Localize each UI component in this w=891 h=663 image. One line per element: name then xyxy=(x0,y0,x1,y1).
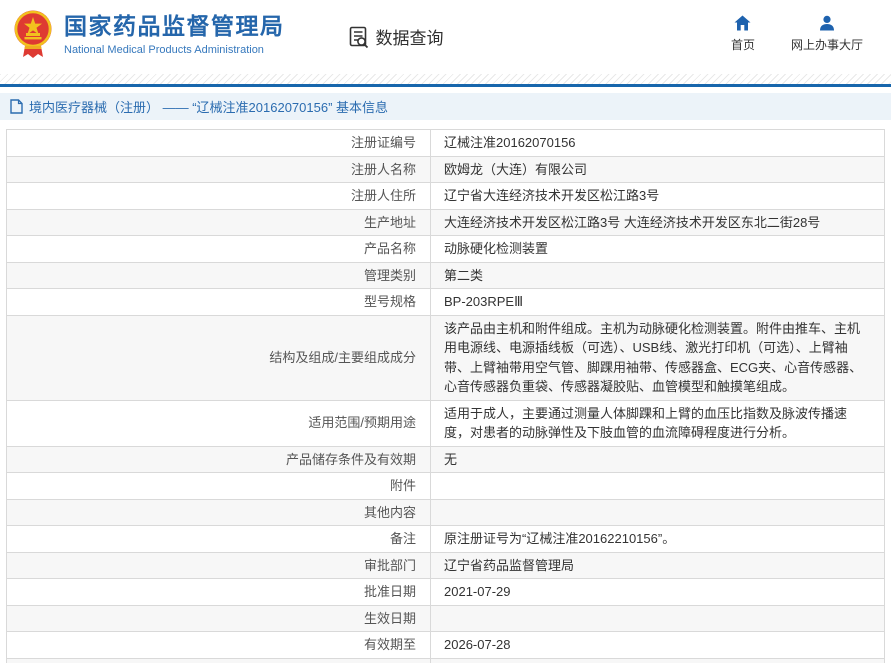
table-row: 附件 xyxy=(6,472,885,500)
breadcrumb-text: 境内医疗器械（注册） —— “辽械注准20162070156” 基本信息 xyxy=(29,100,389,115)
nav-home[interactable]: 首页 xyxy=(731,15,755,53)
home-icon xyxy=(734,15,751,31)
nmpa-logo[interactable]: 国家药品监督管理局 National Medical Products Admi… xyxy=(12,9,285,63)
row-value: BP-203RPEⅢ xyxy=(430,288,885,316)
row-label: 附件 xyxy=(6,472,431,500)
nav-service-hall-label: 网上办事大厅 xyxy=(790,38,863,52)
table-row: 其他内容 xyxy=(6,498,885,526)
row-value: 2026-07-28 xyxy=(430,631,885,659)
row-value xyxy=(430,657,885,663)
row-label: 结构及组成/主要组成成分 xyxy=(6,314,431,401)
table-row: 产品储存条件及有效期无 xyxy=(6,445,885,473)
row-label-text: 注册证编号 xyxy=(350,135,416,150)
national-emblem-icon xyxy=(14,10,52,58)
table-row: 型号规格 BP-203RPEⅢ xyxy=(6,288,885,316)
document-icon xyxy=(10,99,23,114)
table-row: 批准日期 2021-07-29 xyxy=(6,578,885,606)
blue-divider xyxy=(0,84,891,87)
row-value: 辽械注准20162070156 xyxy=(430,129,885,157)
row-value: 该产品由主机和附件组成。主机为动脉硬化检测装置。附件由推车、主机用电源线、电源插… xyxy=(430,314,885,401)
org-name-en: National Medical Products Administration xyxy=(64,43,264,56)
row-label-text: 附件 xyxy=(389,478,416,493)
row-label: 适用范围/预期用途 xyxy=(6,399,431,447)
row-label-text: 管理类别 xyxy=(363,267,416,283)
row-value: 无 xyxy=(430,445,885,473)
table-row: 结构及组成/主要组成成分 该产品由主机和附件组成。主机为动脉硬化检测装置。附件由推… xyxy=(6,314,885,401)
row-value xyxy=(430,604,885,632)
info-table-body: 注册证编号 辽械注准20162070156 注册人名称 欧姆龙（大连）有限公司 注册人住… xyxy=(6,129,885,663)
nav-service-hall[interactable]: 网上办事大厅 xyxy=(791,15,863,53)
data-query-icon xyxy=(349,26,368,48)
row-label: 审批部门 xyxy=(6,551,431,579)
row-label: 其他内容 xyxy=(6,498,431,526)
table-row: 生效日期 xyxy=(6,604,885,632)
row-label: 批准日期 xyxy=(6,578,431,606)
row-value: 第二类 xyxy=(430,261,885,289)
row-label-text: 其他内容 xyxy=(363,504,416,520)
row-value: 辽宁省大连经济技术开发区松江路3号 xyxy=(430,182,885,210)
table-row: 审批部门 辽宁省药品监督管理局 xyxy=(6,551,885,579)
row-label: 注册证编号 xyxy=(6,129,431,157)
row-value: 2021-07-29 xyxy=(430,578,885,606)
row-label: 管理类别 xyxy=(6,261,431,289)
row-label-text: 生效日期 xyxy=(363,610,416,626)
row-label-text: 产品储存条件及有效期 xyxy=(285,451,416,467)
row-value xyxy=(430,472,885,500)
table-row: 有效期至 2026-07-28 xyxy=(6,631,885,659)
row-value: 大连经济技术开发区松江路3号 大连经济技术开发区东北二街28号 xyxy=(430,208,885,236)
row-label: 注册人住所 xyxy=(6,182,431,210)
table-row: 生产地址 大连经济技术开发区松江路3号 大连经济技术开发区东北二街28号 xyxy=(6,208,885,236)
nav-home-label: 首页 xyxy=(730,38,755,52)
row-label-text: 型号规格 xyxy=(363,294,416,309)
table-row: 适用范围/预期用途 适用于成人，主要通过测量人体脚踝和上臂的血压比指数及脉波传播速… xyxy=(6,399,885,447)
table-row: 备注 原注册证号为“辽械注准20162210156”。 xyxy=(6,525,885,553)
row-label: 变更情况 xyxy=(6,657,431,663)
row-label-text: 有效期至 xyxy=(363,637,416,652)
breadcrumb: 境内医疗器械（注册） —— “辽械注准20162070156” 基本信息 xyxy=(0,93,891,120)
row-value: 欧姆龙（大连）有限公司 xyxy=(430,155,885,183)
table-row: 产品名称 动脉硬化检测装置 xyxy=(6,235,885,263)
row-label-text: 生产地址 xyxy=(363,214,416,230)
row-value: 原注册证号为“辽械注准20162210156”。 xyxy=(430,525,885,553)
row-label-text: 审批部门 xyxy=(363,557,416,573)
row-label: 注册人名称 xyxy=(6,155,431,183)
table-row: 管理类别 第二类 xyxy=(6,261,885,289)
row-label-text: 批准日期 xyxy=(363,584,416,599)
org-name-zh: 国家药品监督管理局 xyxy=(64,13,285,39)
user-icon xyxy=(819,15,834,31)
header-nav: 首页 网上办事大厅 xyxy=(731,15,863,53)
row-label: 型号规格 xyxy=(6,288,431,316)
row-label-text: 备注 xyxy=(389,531,416,546)
row-label-text: 适用范围/预期用途 xyxy=(308,415,416,431)
data-query-tab[interactable]: 数据查询 xyxy=(347,24,444,49)
row-label-text: 注册人名称 xyxy=(350,161,416,177)
hatch-divider xyxy=(0,74,891,84)
row-label: 产品储存条件及有效期 xyxy=(6,445,431,473)
table-row: 注册人住所 辽宁省大连经济技术开发区松江路3号 xyxy=(6,182,885,210)
row-label: 生产地址 xyxy=(6,208,431,236)
registration-info-table: 注册证编号 辽械注准20162070156 注册人名称 欧姆龙（大连）有限公司 注册人住… xyxy=(6,129,885,663)
row-value xyxy=(430,498,885,526)
row-value: 辽宁省药品监督管理局 xyxy=(430,551,885,579)
site-header: 国家药品监督管理局 National Medical Products Admi… xyxy=(0,0,891,74)
table-row: 注册证编号 辽械注准20162070156 xyxy=(6,129,885,157)
table-row: 注册人名称 欧姆龙（大连）有限公司 xyxy=(6,155,885,183)
table-row: 变更情况 xyxy=(6,657,885,663)
row-label: 生效日期 xyxy=(6,604,431,632)
row-label: 备注 xyxy=(6,525,431,553)
row-label-text: 注册人住所 xyxy=(350,188,416,203)
data-query-label: 数据查询 xyxy=(375,29,444,48)
org-names: 国家药品监督管理局 National Medical Products Admi… xyxy=(64,13,285,56)
row-value: 适用于成人，主要通过测量人体脚踝和上臂的血压比指数及脉波传播速度，对患者的动脉弹… xyxy=(430,399,885,447)
row-label-text: 结构及组成/主要组成成分 xyxy=(269,349,416,365)
row-label: 产品名称 xyxy=(6,235,431,263)
registration-info-table-wrap: 注册证编号 辽械注准20162070156 注册人名称 欧姆龙（大连）有限公司 注册人住… xyxy=(6,129,885,663)
row-value: 动脉硬化检测装置 xyxy=(430,235,885,263)
row-label-text: 产品名称 xyxy=(363,241,416,256)
row-label: 有效期至 xyxy=(6,631,431,659)
